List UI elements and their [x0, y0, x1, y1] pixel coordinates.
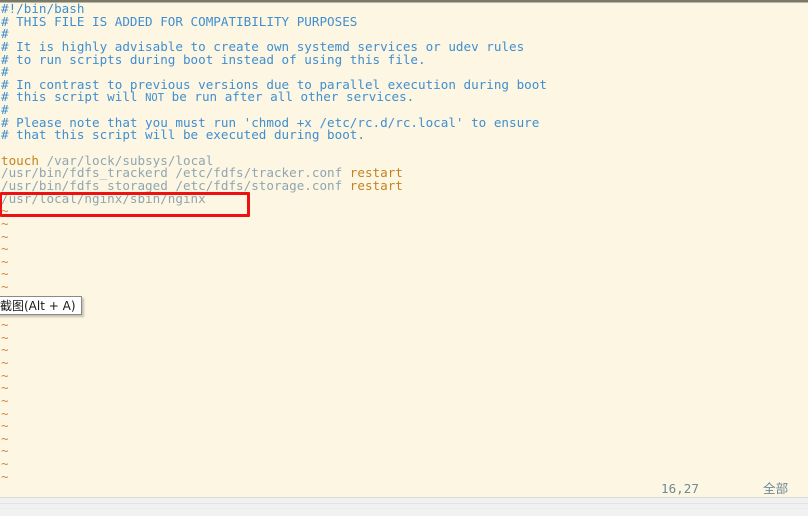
- empty-line-marker: ~: [0, 268, 808, 281]
- empty-line-marker: ~: [0, 457, 808, 471]
- vim-editor-window: #!/bin/bash # THIS FILE IS ADDED FOR COM…: [0, 0, 808, 516]
- status-bar: 16,27 全部: [0, 480, 808, 497]
- empty-line-marker: ~: [0, 407, 808, 421]
- screenshot-tooltip: 截图(Alt + A): [0, 296, 82, 315]
- cursor-position-indicator: 16,27: [661, 481, 699, 496]
- editor-text-area[interactable]: #!/bin/bash # THIS FILE IS ADDED FOR COM…: [0, 3, 808, 497]
- code-line-text: # that this script will be executed duri…: [1, 127, 365, 143]
- code-line: # that this script will be executed duri…: [0, 129, 808, 142]
- code-line: # this script will NOT be run after all …: [0, 89, 808, 105]
- empty-line-marker: ~: [0, 230, 808, 244]
- code-line: # THIS FILE IS ADDED FOR COMPATIBILITY P…: [0, 13, 808, 29]
- code-line: # to run scripts during boot instead of …: [0, 51, 808, 67]
- bottom-divider-2: [0, 508, 808, 509]
- empty-line-marker: ~: [0, 381, 808, 395]
- empty-line-marker: ~: [0, 356, 808, 370]
- empty-line-marker: ~: [0, 394, 808, 408]
- empty-line-marker: ~: [0, 280, 808, 294]
- empty-line-marker: ~: [0, 419, 808, 433]
- empty-line-marker: ~: [0, 445, 808, 458]
- code-line-text-pre: # this script will: [1, 89, 146, 105]
- empty-line-marker: ~: [0, 343, 808, 357]
- empty-line-marker: ~: [0, 369, 808, 383]
- empty-line-marker: ~: [0, 318, 808, 332]
- empty-line-marker: ~: [0, 432, 808, 446]
- empty-line-marker: ~: [0, 217, 808, 231]
- shell-command-tail: restart: [349, 177, 403, 193]
- code-todo-keyword: NOT: [145, 92, 165, 105]
- empty-line-marker: ~: [0, 331, 808, 345]
- empty-line-marker: ~: [0, 306, 808, 319]
- window-bottom-strip[interactable]: [0, 497, 808, 516]
- empty-line-marker: ~: [0, 255, 808, 269]
- empty-line-markers: ~~~~~~~~~~~~~~~~~~~~~~~: [0, 204, 808, 496]
- empty-line-marker: ~: [0, 293, 808, 307]
- shell-command-args: /usr/local/nginx/sbin/nginx: [1, 190, 206, 206]
- code-line-text: # to run scripts during boot instead of …: [1, 51, 426, 67]
- code-line-highlighted: /usr/local/nginx/sbin/nginx: [0, 190, 808, 206]
- window-top-border: [0, 0, 808, 3]
- empty-line-marker: ~: [0, 242, 808, 256]
- bottom-divider-1: [0, 503, 808, 504]
- scroll-position-indicator: 全部: [763, 481, 789, 496]
- code-line-text-post: be run after all other services.: [164, 89, 415, 105]
- code-line-text: # THIS FILE IS ADDED FOR COMPATIBILITY P…: [1, 13, 358, 29]
- empty-line-marker: ~: [0, 204, 808, 218]
